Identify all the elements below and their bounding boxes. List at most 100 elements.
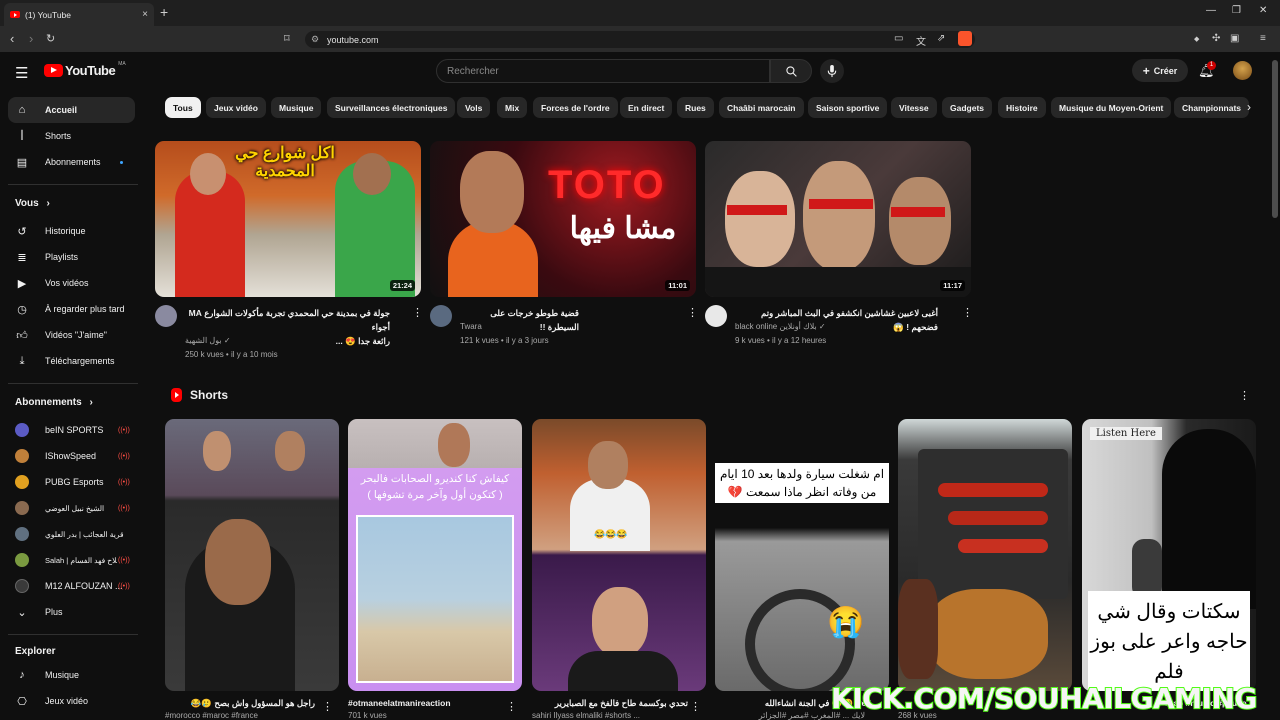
sidebar-channel[interactable]: M12 ALFOUZAN ... ((•)) — [8, 573, 135, 599]
chip[interactable]: Musique du Moyen-Orient — [1051, 97, 1172, 118]
maximize-icon[interactable]: ❐ — [1232, 5, 1241, 16]
extensions-icon[interactable]: ✣ — [1212, 33, 1220, 44]
chip[interactable]: Gadgets — [942, 97, 993, 118]
share-icon[interactable]: ⇗ — [937, 33, 945, 44]
account-avatar[interactable] — [1233, 61, 1252, 80]
forward-icon[interactable]: › — [29, 31, 33, 46]
reload-icon[interactable]: ↻ — [46, 32, 55, 45]
browser-menu-icon[interactable]: ≡ — [1260, 33, 1266, 44]
sidebar-channel[interactable]: beIN SPORTS ((•)) — [8, 417, 135, 443]
sidebar-item-label: Musique — [45, 670, 80, 680]
channel-name[interactable]: Twara — [460, 322, 482, 331]
censor-bar — [809, 199, 873, 209]
cast-icon[interactable]: ▭ — [894, 33, 903, 44]
scrollbar-thumb[interactable] — [1272, 60, 1278, 218]
sidebar-channel[interactable]: الشيخ نبيل العوضي ((•)) — [8, 495, 135, 521]
channel-name[interactable]: black online بلاك أونلاين ✓ — [735, 322, 826, 331]
chip[interactable]: Rues — [677, 97, 714, 118]
channel-avatar[interactable] — [430, 305, 452, 327]
sidebar-channel[interactable]: PUBG Esports ((•)) — [8, 469, 135, 495]
search-input[interactable]: Rechercher — [436, 59, 770, 83]
short-title[interactable]: راجل هو المسؤول واش بصح 🥲😂 — [165, 697, 315, 710]
voice-search-button[interactable] — [820, 59, 844, 83]
sidebar-item-history[interactable]: ↺ Historique — [8, 218, 135, 244]
chip[interactable]: Saison sportive — [808, 97, 888, 118]
sidebar-channel[interactable]: قرية العجائب | بدر العلوي — [8, 521, 135, 547]
sidebar-channel[interactable]: Salah | فلاح فهد الفسام PL... ((•)) — [8, 547, 135, 573]
chip[interactable]: Vitesse — [891, 97, 937, 118]
chip[interactable]: Mix — [497, 97, 528, 118]
more-actions-icon[interactable]: ⋮ — [506, 700, 517, 713]
short-thumbnail[interactable]: Listen Here سكتات وقال شي حاجه واعر على … — [1082, 419, 1256, 691]
short-thumbnail[interactable] — [165, 419, 339, 691]
sidebar-item-your-videos[interactable]: ▶ Vos vidéos — [8, 270, 135, 296]
youtube-logo[interactable]: YouTube MA — [44, 61, 126, 78]
short-title[interactable]: تحدي بوكسمة طاح فالفخ مع الصبايرير — [532, 697, 688, 710]
chip[interactable]: Forces de l'ordre — [533, 97, 618, 118]
sidebar-item-subscriptions[interactable]: ▤ Abonnements — [8, 149, 135, 175]
sidebar-item-playlists[interactable]: ≣ Playlists — [8, 244, 135, 270]
more-actions-icon[interactable]: ⋮ — [690, 700, 701, 713]
bookmark-icon[interactable]: ⌑ — [284, 32, 290, 45]
short-tags[interactable]: #morocco #maroc #france — [165, 711, 258, 720]
search-button[interactable] — [770, 59, 812, 83]
watch-later-icon: ◷ — [17, 303, 27, 316]
translate-icon[interactable]: 文 — [916, 33, 926, 48]
url-bar[interactable]: ⚙ youtube.com — [305, 31, 975, 48]
sidebar-item-liked[interactable]: 👍︎ Vidéos "J'aime" — [8, 322, 135, 348]
more-actions-icon[interactable]: ⋮ — [1239, 389, 1250, 402]
chip[interactable]: Surveillances électroniques — [327, 97, 456, 118]
chevron-right-icon[interactable]: › — [1247, 100, 1251, 114]
more-actions-icon[interactable]: ⋮ — [962, 306, 973, 319]
window-close-icon[interactable]: ✕ — [1259, 5, 1267, 16]
chip[interactable]: Tous — [165, 97, 201, 118]
menu-icon[interactable]: ☰ — [15, 64, 28, 82]
thumb-face — [205, 519, 271, 605]
leo-icon[interactable]: ◆ — [1194, 35, 1199, 43]
more-actions-icon[interactable]: ⋮ — [322, 700, 333, 713]
short-thumbnail[interactable]: كيفاش كنا كنديرو الصحابات فالبحر ( كتكون… — [348, 419, 522, 691]
sidebar-item-shorts[interactable]: ꟾ Shorts — [8, 123, 135, 149]
chip[interactable]: Musique — [271, 97, 322, 118]
browser-tab[interactable]: (1) YouTube × — [4, 3, 154, 26]
more-actions-icon[interactable]: ⋮ — [412, 306, 423, 319]
minimize-icon[interactable]: — — [1206, 5, 1216, 16]
short-title[interactable]: #otmaneelatmanireaction — [348, 697, 508, 710]
chip[interactable]: Championnats — [1174, 97, 1250, 118]
create-button[interactable]: + Créer — [1132, 59, 1188, 82]
channel-avatar[interactable] — [705, 305, 727, 327]
sidebar-item-more[interactable]: ⌄ Plus — [8, 599, 135, 625]
you-heading[interactable]: Vous › — [15, 198, 50, 209]
video-thumbnail[interactable]: اكل شوارع حي المحمدية 21:24 — [155, 141, 421, 297]
short-thumbnail[interactable]: ام شغلت سيارة ولدها بعد 10 ايام من وفاته… — [715, 419, 889, 691]
video-thumbnail[interactable]: TOTO مشا فيها 11:01 — [430, 141, 696, 297]
channel-name[interactable]: بول الشهية ✓ — [185, 336, 231, 345]
tab-close-icon[interactable]: × — [142, 9, 148, 20]
chip[interactable]: Chaâbi marocain — [719, 97, 804, 118]
sidebar-item-home[interactable]: ⌂ Accueil — [8, 97, 135, 123]
brave-shields-icon[interactable] — [958, 31, 972, 46]
short-tags[interactable]: sahiri Ilyass elmaliki #shorts ... — [532, 711, 640, 720]
sidebar-item-gaming[interactable]: ⎔ Jeux vidéo — [8, 688, 135, 714]
chip[interactable]: Histoire — [998, 97, 1046, 118]
video-thumbnail[interactable]: 11:17 — [705, 141, 971, 297]
site-settings-icon[interactable]: ⚙ — [311, 34, 319, 45]
sidebar-item-watch-later[interactable]: ◷ À regarder plus tard — [8, 296, 135, 322]
more-actions-icon[interactable]: ⋮ — [687, 306, 698, 319]
chip[interactable]: En direct — [620, 97, 673, 118]
chip[interactable]: Vols — [457, 97, 491, 118]
back-icon[interactable]: ‹ — [10, 31, 14, 46]
sidebar-item-music[interactable]: ♪ Musique — [8, 662, 135, 688]
sidebar-item-downloads[interactable]: ⤓ Téléchargements — [8, 348, 135, 374]
short-thumbnail[interactable] — [898, 419, 1072, 691]
sidebar-item-label: Téléchargements — [45, 356, 115, 366]
chip[interactable]: Jeux vidéo — [206, 97, 266, 118]
subscriptions-heading[interactable]: Abonnements › — [15, 397, 93, 408]
sidebar-channel[interactable]: IShowSpeed ((•)) — [8, 443, 135, 469]
thumb-title-top: TOTO — [548, 163, 666, 207]
sidebar-toggle-icon[interactable]: ▣ — [1230, 33, 1239, 44]
new-tab-button[interactable]: + — [160, 4, 168, 20]
video-duration: 21:24 — [389, 280, 415, 291]
short-thumbnail[interactable]: 😂😂😂 — [532, 419, 706, 691]
channel-avatar[interactable] — [155, 305, 177, 327]
